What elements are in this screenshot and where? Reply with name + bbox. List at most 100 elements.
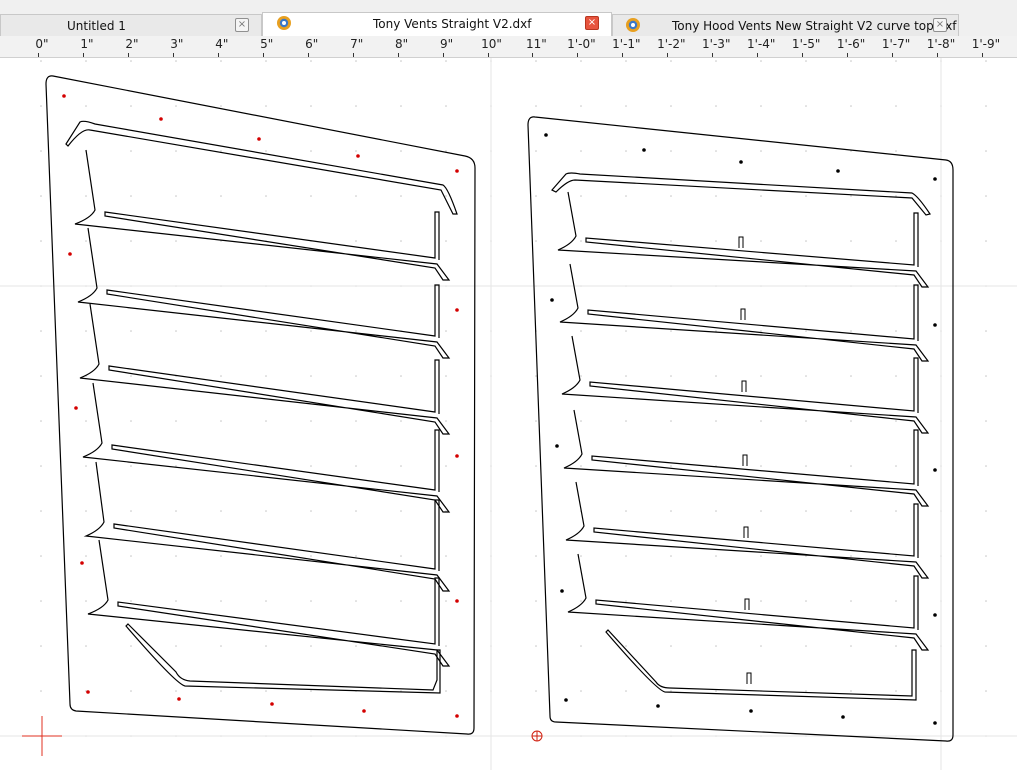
vent-panel-right[interactable] (527, 116, 954, 742)
grid-dot (760, 195, 762, 197)
grid-dot (355, 60, 357, 62)
grid-dot (580, 330, 582, 332)
mounting-hole (749, 709, 753, 713)
grid-dot (265, 60, 267, 62)
grid-dot (805, 375, 807, 377)
grid-dot (805, 690, 807, 692)
ruler-tick-label: 10" (481, 37, 502, 51)
grid-dot (40, 555, 42, 557)
grid-dot (625, 195, 627, 197)
grid-dot (760, 420, 762, 422)
grid-dot (355, 465, 357, 467)
close-icon[interactable]: × (235, 18, 249, 32)
mounting-hole (362, 709, 366, 713)
grid-dot (355, 600, 357, 602)
close-icon[interactable]: × (585, 16, 599, 30)
grid-dot (400, 375, 402, 377)
ruler-tick-label: 1" (80, 37, 94, 51)
qcad-app-icon (626, 18, 640, 32)
grid-dot (355, 375, 357, 377)
tab-tony-vents-straight[interactable]: Tony Vents Straight V2.dxf × (262, 12, 612, 36)
mounting-hole (455, 454, 459, 458)
grid-dot (265, 375, 267, 377)
grid-dot (175, 465, 177, 467)
drawing-canvas[interactable] (0, 58, 1017, 770)
ruler-tick (712, 53, 714, 57)
grid-dot (220, 600, 222, 602)
grid-dot (850, 510, 852, 512)
grid-dot (760, 330, 762, 332)
grid-dot (625, 420, 627, 422)
grid-dot (715, 150, 717, 152)
grid-dot (805, 105, 807, 107)
grid-dot (175, 690, 177, 692)
grid-dot (40, 375, 42, 377)
grid-dot (985, 195, 987, 197)
mounting-hole (74, 406, 78, 410)
grid-dot (670, 465, 672, 467)
ruler-tick (667, 53, 669, 57)
grid-dot (355, 645, 357, 647)
mounting-hole (455, 714, 459, 718)
grid-dot (715, 105, 717, 107)
tab-label: Tony Vents Straight V2.dxf (373, 17, 532, 31)
ruler-tick-label: 1'-8" (926, 37, 956, 51)
grid-dot (670, 195, 672, 197)
grid-dot (400, 600, 402, 602)
grid-dot (670, 555, 672, 557)
grid-dot (85, 60, 87, 62)
horizontal-ruler[interactable]: 0" 1" 2" 3" 4" 5" 6" 7" 8" 9" 10" 11" 1'-0" 1'-1" 1'-2… (0, 36, 1017, 58)
mounting-holes (544, 133, 937, 725)
tab-tony-hood-vents[interactable]: Tony Hood Vents New Straight V2 curve to… (612, 14, 959, 36)
vent-panel-left[interactable] (45, 75, 476, 735)
grid-dot (895, 240, 897, 242)
ruler-tick-label: 1'-5" (791, 37, 821, 51)
ruler-tick (262, 53, 264, 57)
mounting-hole (555, 444, 559, 448)
grid-dot (580, 690, 582, 692)
mounting-hole (560, 589, 564, 593)
grid-dot (85, 645, 87, 647)
mounting-hole (739, 160, 743, 164)
grid-dot (535, 690, 537, 692)
grid-dot (985, 645, 987, 647)
grid-dot (985, 600, 987, 602)
grid-dot (580, 645, 582, 647)
qcad-app-icon (277, 16, 291, 30)
grid-dot (85, 600, 87, 602)
tab-untitled-1[interactable]: Untitled 1 × (0, 14, 262, 36)
grid-dot (625, 510, 627, 512)
grid-dot (580, 195, 582, 197)
grid-dot (400, 105, 402, 107)
grid-dot (850, 465, 852, 467)
grid-dot (445, 105, 447, 107)
ruler-tick (127, 53, 129, 57)
ruler-tick-label: 1'-1" (612, 37, 641, 51)
grid-dot (580, 465, 582, 467)
grid-dot (175, 555, 177, 557)
grid-dot (805, 60, 807, 62)
grid-dot (310, 330, 312, 332)
grid-dot (625, 690, 627, 692)
mounting-hole (544, 133, 548, 137)
grid-dot (850, 690, 852, 692)
mounting-hole (455, 308, 459, 312)
grid-dot (400, 510, 402, 512)
ruler-tick-label: 1'-3" (702, 37, 731, 51)
grid-dot (580, 600, 582, 602)
ruler-tick (172, 53, 174, 57)
grid-dot (220, 645, 222, 647)
mounting-hole (933, 721, 937, 725)
grid-dot (535, 600, 537, 602)
grid-dot (40, 60, 42, 62)
ruler-tick-label: 6" (305, 37, 319, 51)
grid-dot (355, 510, 357, 512)
mounting-hole (564, 698, 568, 702)
grid-dot (670, 105, 672, 107)
grid-dot (265, 330, 267, 332)
grid-dot (175, 600, 177, 602)
ruler-tick (577, 53, 579, 57)
grid-dot (130, 420, 132, 422)
close-icon[interactable]: × (933, 18, 947, 32)
grid-dot (40, 105, 42, 107)
